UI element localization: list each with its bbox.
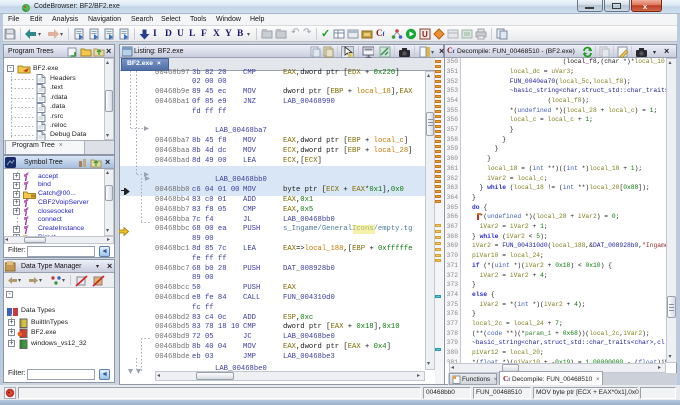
- svg-text:U: U: [422, 30, 428, 39]
